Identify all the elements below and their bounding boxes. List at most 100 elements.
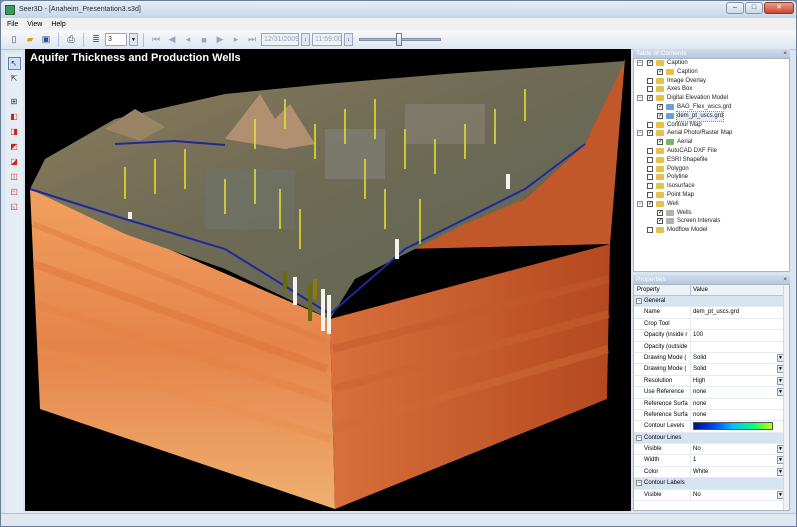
property-value[interactable]: Solid ▼ [690,352,785,363]
fit-view-icon[interactable]: ⊞ [8,95,21,108]
toc-item[interactable]: Polyline [634,173,789,182]
property-value[interactable] [690,421,785,432]
property-value[interactable]: dem_pt_uscs.grd [690,307,785,318]
view-back-icon[interactable]: ◩ [8,140,21,153]
visibility-checkbox[interactable]: ✓ [657,112,663,119]
play-icon[interactable]: ▶ [213,33,227,47]
toc-close-icon[interactable]: × [783,49,787,58]
property-value[interactable]: none [690,409,785,420]
visibility-checkbox[interactable] [647,191,653,198]
toc-item[interactable]: ✓ Wells [634,209,789,218]
layer-spinner[interactable]: 3 [105,33,127,46]
skip-end-icon[interactable]: ⏭ [245,33,259,47]
property-value[interactable]: none [690,398,785,409]
view-right-icon[interactable]: ◫ [8,170,21,183]
property-row[interactable]: Crop Tool [634,318,789,331]
visibility-checkbox[interactable]: ✓ [657,68,663,75]
visibility-checkbox[interactable]: ✓ [647,200,653,207]
visibility-checkbox[interactable] [647,165,653,172]
property-value[interactable] [690,341,785,352]
visibility-checkbox[interactable]: ✓ [657,103,663,110]
visibility-checkbox[interactable]: ✓ [647,130,653,137]
property-row[interactable]: Width 1 ▼ [634,455,789,467]
toc-item[interactable]: Modflow Model [634,226,789,235]
toc-item[interactable]: ESRI Shapefile [634,156,789,165]
collapse-toggle-icon[interactable]: − [637,200,643,207]
toc-item[interactable]: ✓ BAG_Flex_wscs.grd [634,103,789,112]
visibility-checkbox[interactable] [647,156,653,163]
property-row[interactable]: Reference Surfa none [634,398,789,410]
toc-item[interactable]: ✓ Caption [634,68,789,77]
toc-item[interactable]: − ✓ Well [634,200,789,209]
property-value[interactable]: 1 ▼ [690,455,785,466]
visibility-checkbox[interactable] [647,121,653,128]
visibility-checkbox[interactable] [647,183,653,190]
time-slider-thumb[interactable] [396,33,402,46]
visibility-checkbox[interactable] [647,174,653,181]
menu-file[interactable]: File [7,21,18,28]
select-icon[interactable]: ⇱ [8,72,21,85]
toc-item[interactable]: Point Map [634,191,789,200]
toc-item[interactable]: Contour Map [634,121,789,130]
property-row[interactable]: Name dem_pt_uscs.grd [634,307,789,319]
property-category[interactable]: − General [634,296,789,308]
toc-item[interactable]: ✓ dem_pt_uscs.grd [634,110,789,122]
property-row[interactable]: Opacity (outside [634,341,789,353]
property-value[interactable]: No ▼ [690,444,785,455]
visibility-checkbox[interactable]: ✓ [657,139,663,146]
collapse-toggle-icon[interactable]: − [637,130,643,137]
maximize-button[interactable]: □ [745,2,763,14]
property-row[interactable]: Resolution High ▼ [634,375,789,388]
date-spinner-button[interactable]: ↕ [301,33,310,46]
close-button[interactable]: ✕ [764,2,794,14]
property-value[interactable]: White ▼ [690,466,785,477]
collapse-toggle-icon[interactable]: − [637,60,643,66]
step-back-icon[interactable]: ◀ [165,33,179,47]
property-value[interactable]: No ▼ [690,489,785,500]
time-spinner-button[interactable]: ↕ [344,33,353,46]
property-value[interactable]: High ▼ [690,375,785,386]
step-forward-icon[interactable]: ▸ [229,33,243,47]
visibility-checkbox[interactable] [647,77,653,84]
visibility-checkbox[interactable]: ✓ [647,95,653,102]
property-category[interactable]: − Contour Labels [634,478,789,490]
save-icon[interactable]: ▣ [39,33,53,47]
toc-item[interactable]: − ✓ Aerial Photo/Raster Map [634,129,789,138]
view-bottom-icon[interactable]: ◱ [8,200,21,213]
toc-item[interactable]: Image Overlay [634,77,789,86]
property-row[interactable]: Use Reference none ▼ [634,387,789,399]
visibility-checkbox[interactable]: ✓ [657,209,663,216]
toc-item[interactable]: Axes Box [634,85,789,94]
toc-item[interactable]: AutoCAD DXF File [634,147,789,156]
view-top-icon[interactable]: ◧ [8,110,21,123]
collapse-toggle-icon[interactable]: − [636,298,642,304]
property-row[interactable]: Opacity (inside r 100 [634,330,789,342]
toc-item[interactable]: − ✓ Caption [634,59,789,68]
collapse-toggle-icon[interactable]: − [636,480,642,487]
property-value[interactable]: Solid ▼ [690,364,785,375]
date-field[interactable]: 12/31/2009 [261,33,299,46]
view-left-icon[interactable]: ◪ [8,155,21,168]
view-iso-icon[interactable]: ◰ [8,185,21,198]
property-category[interactable]: − Contour Lines [634,432,789,445]
visibility-checkbox[interactable]: ✓ [657,218,663,225]
title-bar[interactable]: Seer3D - [Anaheim_Presentation3.s3d] – □… [1,1,796,18]
pointer-icon[interactable]: ↖ [7,57,21,70]
print-icon[interactable]: ⎙ [64,33,78,47]
visibility-checkbox[interactable] [647,227,653,234]
visibility-checkbox[interactable] [647,86,653,93]
toc-item[interactable]: − ✓ Digital Elevation Model [634,94,789,103]
visibility-checkbox[interactable] [647,147,653,154]
toc-item[interactable]: Polygon [634,165,789,174]
property-row[interactable]: Visible No ▼ [634,444,789,456]
property-row[interactable]: Color White ▼ [634,466,789,479]
property-row[interactable]: Drawing Mode (Solid ▼ [634,352,789,365]
minimize-button[interactable]: – [726,2,744,14]
layer-dropdown-button[interactable]: ▼ [129,33,138,46]
property-value[interactable] [690,318,785,329]
view-front-icon[interactable]: ◨ [8,125,21,138]
time-slider[interactable] [359,33,441,46]
new-file-icon[interactable]: ▯ [7,33,21,47]
open-folder-icon[interactable]: ▰ [23,33,37,47]
menu-help[interactable]: Help [51,21,65,28]
